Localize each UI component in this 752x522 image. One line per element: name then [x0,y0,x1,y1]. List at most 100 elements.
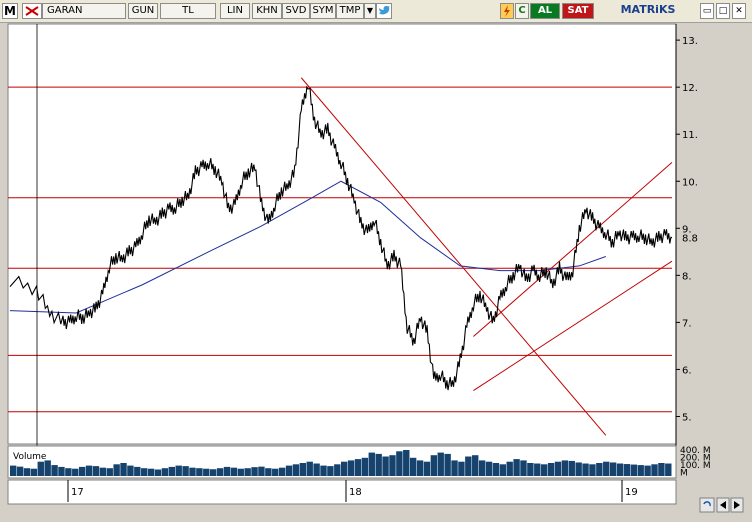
maximize-icon[interactable]: □ [716,3,730,19]
sym-button[interactable]: SYM [310,3,336,19]
volume-bar [644,465,651,476]
volume-bar [313,463,320,476]
volume-bar [278,467,286,476]
scroll-controls[interactable] [699,497,744,513]
volume-bar [582,463,589,476]
volume-bar [499,464,506,476]
volume-bar [458,461,465,476]
tmp-button[interactable]: TMP [336,3,364,19]
volume-bar [209,469,217,476]
volume-bar [154,469,162,476]
y-tick-label-7: 7. [682,318,692,329]
volume-bar [527,463,534,476]
volume-bar [568,460,575,476]
y-tick-label-8: 8. [682,271,692,282]
volume-bar [106,468,113,476]
volume-bar [416,460,424,476]
volume-bar [547,463,555,476]
volume-bar [23,468,31,476]
volume-bar [437,452,444,476]
volume-bar [223,466,231,476]
lin-button[interactable]: LIN [220,3,250,19]
volume-bar [99,467,107,476]
volume-bar [216,468,224,476]
volume-bar [327,466,334,476]
volume-bar [589,464,596,476]
volume-bar [92,466,100,476]
volume-bar [596,463,603,476]
svd-button[interactable]: SVD [282,3,310,19]
lightning-icon[interactable] [500,3,514,19]
volume-bar [389,455,396,476]
chart-window: M GARAN GUN TL LIN KHN SVD SYM TMP ▼ C A… [0,0,752,522]
volume-bar [320,465,327,476]
minimize-icon[interactable]: ▭ [700,3,714,19]
y-tick-label-13: 13. [682,36,698,47]
x-axis-panel [7,479,677,505]
volume-bar [513,459,520,476]
y-tick-label-11: 11. [682,130,698,141]
volume-bar [630,464,638,476]
volume-bar [658,463,665,476]
currency-button[interactable]: TL [160,3,216,19]
volume-bar [51,465,58,476]
volume-bar [10,465,17,476]
volume-bar [651,464,658,476]
volume-bar [134,466,141,476]
volume-bar [361,457,369,476]
volume-bar [58,466,65,476]
volume-bar [485,461,493,476]
volume-bar [368,452,375,476]
symbol-field[interactable]: GARAN [42,3,126,19]
volume-bar [451,460,458,476]
volume-bar [341,461,348,476]
buy-button[interactable]: AL [530,3,560,19]
volume-bar [230,467,238,476]
close-icon[interactable]: ✕ [732,3,746,19]
volume-bar [113,464,120,476]
volume-bar [430,455,438,476]
volume-bar [30,468,38,476]
volume-bar [168,466,175,476]
volume-bar [472,455,479,476]
volume-bar [44,460,51,476]
volume-label: Volume [13,452,47,462]
bird-icon[interactable] [376,3,392,19]
menu-button[interactable]: M [2,3,18,19]
volume-bar [665,463,672,476]
volume-bar [423,461,431,476]
volume-bar [623,464,631,476]
khn-button[interactable]: KHN [252,3,282,19]
c-icon[interactable]: C [515,3,529,19]
y-tick-label-12: 12. [682,83,698,94]
volume-bar [520,460,527,476]
volume-bar [396,451,403,476]
volume-bar [272,468,279,476]
volume-bar [561,460,569,476]
volume-bar [265,468,272,476]
volume-bar [465,456,472,476]
last-price-label: 8.8 [682,234,698,245]
refresh-icon[interactable] [699,497,715,513]
volume-bar [285,465,293,476]
chevron-down-icon[interactable]: ▼ [364,3,376,19]
period-button[interactable]: GUN [128,3,158,19]
delete-icon[interactable] [22,3,42,19]
volume-bar [147,468,155,476]
volume-bar [506,461,513,476]
volume-bar [65,468,72,476]
sell-button[interactable]: SAT [562,3,594,19]
x-tick-label-17: 17 [71,487,84,498]
volume-bar [534,463,541,476]
volume-bar [609,462,617,476]
volume-bar [375,453,382,476]
volume-bar [478,460,486,476]
volume-bar [37,461,44,476]
volume-bar [16,466,24,476]
volume-bar [141,468,148,476]
volume-bar [382,456,389,476]
volume-bar [554,461,562,476]
brand-logo: MATRiKS [620,3,676,16]
volume-bar [196,468,203,476]
toolbar: M GARAN GUN TL LIN KHN SVD SYM TMP ▼ C A… [0,0,752,23]
